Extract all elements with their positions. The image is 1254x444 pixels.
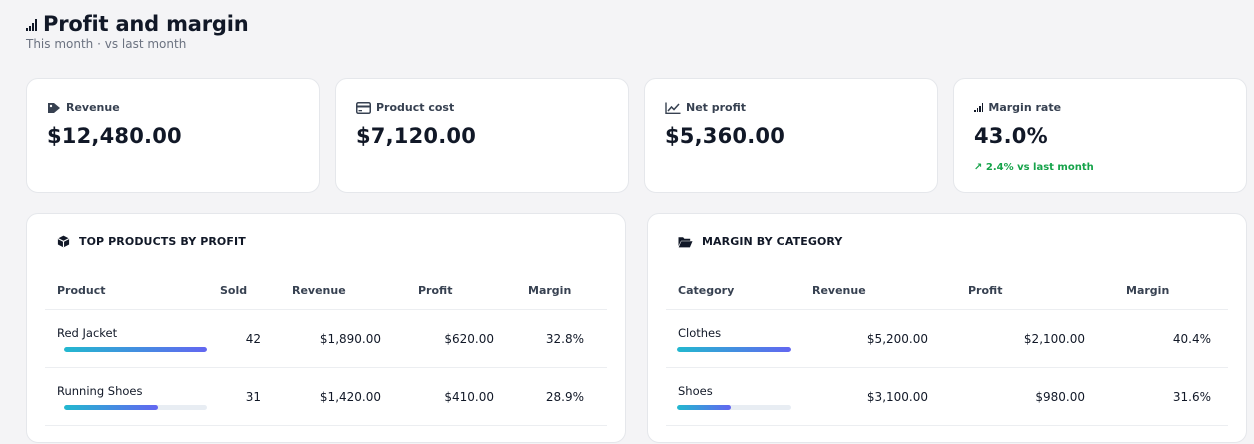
profit-value: $620.00: [444, 332, 494, 346]
table-header: Category Revenue Profit Margin: [666, 274, 1228, 310]
table-row[interactable]: Red Jacket 42 $1,890.00 $620.00 32.8%: [45, 310, 607, 368]
product-name: Red Jacket: [57, 326, 118, 340]
sold-value: 31: [245, 390, 261, 404]
kpi-card-revenue: Revenue $12,480.00: [26, 78, 320, 193]
margin-bar-fill: [677, 347, 791, 352]
panel-title-row: TOP PRODUCTS BY PROFIT: [57, 235, 246, 248]
kpi-card-net-profit: Net profit $5,360.00: [644, 78, 938, 193]
kpi-value: $5,360.00: [665, 124, 786, 148]
profit-bar: [64, 405, 207, 410]
kpi-label: Product cost: [376, 101, 455, 114]
box-icon: [57, 235, 70, 248]
column-header: Revenue: [812, 284, 866, 297]
table-header: Product Sold Revenue Profit Margin: [45, 274, 607, 310]
margin-bar: [677, 347, 791, 352]
line-chart-icon: [665, 102, 681, 114]
kpi-card-margin-rate: Margin rate 43.0% ↗ 2.4% vs last month: [953, 78, 1247, 193]
table-row[interactable]: Clothes $5,200.00 $2,100.00 40.4%: [666, 310, 1228, 368]
kpi-label: Margin rate: [988, 101, 1062, 114]
profit-bar-fill: [64, 405, 159, 410]
kpi-label: Revenue: [66, 101, 120, 114]
profit-value: $2,100.00: [1023, 332, 1085, 346]
profit-bar: [64, 347, 207, 352]
margin-by-category-panel: MARGIN BY CATEGORY Category Revenue Prof…: [647, 213, 1247, 443]
kpi-label-row: Product cost: [356, 101, 454, 114]
sold-value: 42: [245, 332, 261, 346]
page-header: Profit and margin This month · vs last m…: [26, 12, 249, 51]
column-header: Profit: [968, 284, 1003, 297]
revenue-value: $3,100.00: [866, 390, 928, 404]
kpi-value: 43.0%: [974, 124, 1048, 148]
column-header: Revenue: [292, 284, 346, 297]
product-name: Running Shoes: [57, 384, 143, 398]
panel-title: MARGIN BY CATEGORY: [702, 235, 843, 248]
column-header: Profit: [418, 284, 453, 297]
profit-value: $980.00: [1035, 390, 1085, 404]
profit-bar-fill: [64, 347, 207, 352]
panel-title-row: MARGIN BY CATEGORY: [678, 235, 842, 248]
page-title: Profit and margin: [43, 12, 249, 36]
kpi-card-product-cost: Product cost $7,120.00: [335, 78, 629, 193]
kpi-delta: ↗ 2.4% vs last month: [974, 162, 1094, 173]
folder-open-icon: [678, 236, 693, 247]
signal-bars-icon: [974, 103, 984, 112]
margin-bar: [677, 405, 791, 410]
kpi-label-row: Revenue: [47, 101, 120, 114]
kpi-label: Net profit: [686, 101, 747, 114]
margin-value: 40.4%: [1172, 332, 1211, 346]
signal-bars-icon: [26, 19, 37, 31]
revenue-value: $1,420.00: [319, 390, 381, 404]
margin-value: 31.6%: [1172, 390, 1211, 404]
profit-value: $410.00: [444, 390, 494, 404]
credit-card-icon: [356, 101, 371, 114]
tag-icon: [48, 102, 60, 113]
margin-value: 32.8%: [545, 332, 584, 346]
revenue-value: $1,890.00: [319, 332, 381, 346]
table-row[interactable]: Running Shoes 31 $1,420.00 $410.00 28.9%: [45, 368, 607, 426]
margin-value: 28.9%: [545, 390, 584, 404]
column-header: Product: [57, 284, 106, 297]
kpi-value: $12,480.00: [47, 124, 182, 148]
page-subtitle: This month · vs last month: [26, 37, 187, 51]
category-name: Clothes: [678, 326, 722, 340]
column-header: Sold: [220, 284, 248, 297]
column-header: Margin: [1126, 284, 1170, 297]
revenue-value: $5,200.00: [866, 332, 928, 346]
margin-bar-fill: [677, 405, 731, 410]
top-products-panel: TOP PRODUCTS BY PROFIT Product Sold Reve…: [26, 213, 626, 443]
table-row[interactable]: Shoes $3,100.00 $980.00 31.6%: [666, 368, 1228, 426]
column-header: Margin: [528, 284, 572, 297]
column-header: Category: [678, 284, 735, 297]
category-name: Shoes: [678, 384, 713, 398]
panel-title: TOP PRODUCTS BY PROFIT: [79, 235, 246, 248]
kpi-label-row: Net profit: [665, 101, 746, 114]
kpi-value: $7,120.00: [356, 124, 477, 148]
kpi-label-row: Margin rate: [974, 101, 1061, 114]
